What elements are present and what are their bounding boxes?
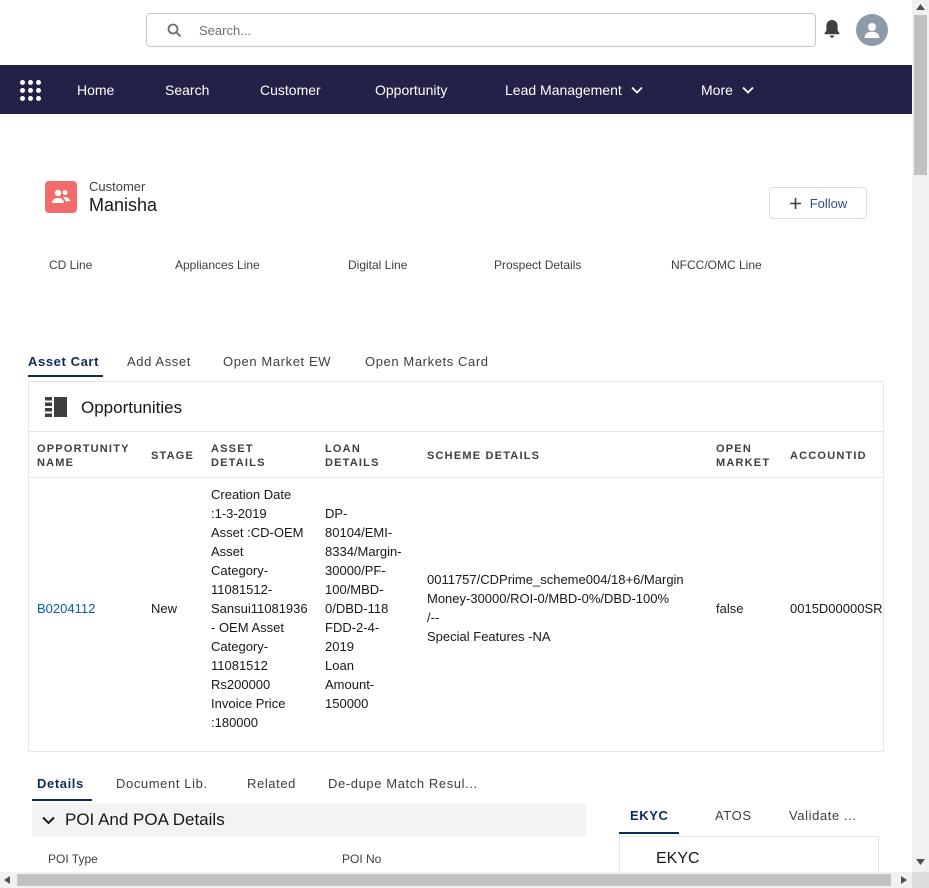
navigation-bar: Home Search Customer Opportunity Lead Ma… — [0, 65, 912, 114]
scroll-down-arrow-icon[interactable] — [915, 858, 926, 866]
app-launcher-icon[interactable] — [20, 80, 41, 101]
global-header — [0, 0, 912, 65]
search-icon — [167, 23, 181, 37]
line-link-prospect-details[interactable]: Prospect Details — [494, 258, 581, 272]
line-link-nfcc-omc[interactable]: NFCC/OMC Line — [671, 258, 762, 272]
tab-related[interactable]: Related — [247, 776, 296, 791]
column-header-scheme-details[interactable]: SCHEME DETAILS — [427, 449, 540, 463]
card-header: Opportunities — [29, 382, 883, 432]
open-market-cell: false — [716, 601, 744, 616]
ekyc-panel-title: EKYC — [656, 850, 700, 867]
opportunity-list-icon — [45, 397, 67, 417]
scrollbar-corner — [912, 872, 929, 888]
nav-label: Opportunity — [375, 81, 448, 98]
column-header-opportunity-name[interactable]: OPPORTUNITY NAME — [37, 442, 130, 470]
app-window: { "header": { "search_placeholder": "Sea… — [0, 0, 929, 888]
scheme-details-cell: 0011757/CDPrime_scheme004/18+6/Margin Mo… — [427, 572, 684, 644]
poi-no-label: POI No — [342, 852, 382, 866]
line-link-digital[interactable]: Digital Line — [348, 258, 407, 272]
line-link-cd[interactable]: CD Line — [49, 258, 92, 272]
opportunity-name-link[interactable]: B0204112 — [37, 599, 95, 618]
nav-label: Customer — [260, 81, 321, 98]
nav-item-customer[interactable]: Customer — [260, 65, 321, 114]
horizontal-scrollbar-thumb[interactable] — [17, 874, 891, 886]
line-link-appliances[interactable]: Appliances Line — [175, 258, 260, 272]
record-type-label: Customer — [89, 179, 146, 194]
tab-atos[interactable]: ATOS — [715, 808, 752, 823]
accountid-cell: 0015D00000SRSZH — [790, 601, 883, 616]
follow-button[interactable]: Follow — [769, 187, 867, 219]
plus-icon — [789, 197, 801, 209]
opportunities-card: Opportunities OPPORTUNITY NAME STAGE ASS… — [28, 381, 884, 752]
tab-add-asset[interactable]: Add Asset — [127, 354, 191, 369]
nav-item-more[interactable]: More — [701, 65, 754, 114]
chevron-down-icon — [42, 816, 55, 824]
record-title: Manisha — [89, 195, 158, 215]
column-header-loan-details[interactable]: LOAN DETAILS — [325, 442, 380, 470]
column-header-stage[interactable]: STAGE — [151, 449, 194, 463]
nav-item-opportunity[interactable]: Opportunity — [375, 65, 447, 114]
nav-item-home[interactable]: Home — [77, 65, 114, 114]
stage-cell: New — [151, 601, 178, 616]
section-title: POI And POA Details — [65, 810, 225, 829]
nav-label: Search — [165, 81, 210, 98]
tab-validate[interactable]: Validate ... — [789, 808, 857, 823]
follow-label: Follow — [809, 195, 848, 211]
avatar-icon[interactable] — [856, 14, 888, 46]
active-tab-indicator — [619, 832, 679, 834]
tab-open-markets-card[interactable]: Open Markets Card — [365, 354, 489, 369]
vertical-scrollbar-thumb[interactable] — [914, 15, 927, 175]
customer-record-icon — [45, 181, 77, 213]
column-header-accountid[interactable]: ACCOUNTID — [790, 449, 867, 463]
scroll-left-arrow-icon[interactable] — [3, 875, 11, 885]
global-search-box[interactable] — [146, 13, 816, 47]
chevron-down-icon — [631, 86, 643, 94]
nav-item-search[interactable]: Search — [165, 65, 209, 114]
nav-item-lead-management[interactable]: Lead Management — [505, 65, 643, 114]
bell-icon[interactable] — [821, 18, 843, 40]
scroll-right-arrow-icon[interactable] — [900, 875, 908, 885]
scroll-up-arrow-icon[interactable] — [915, 3, 926, 11]
tab-ekyc[interactable]: EKYC — [630, 808, 669, 823]
active-tab-indicator — [32, 799, 92, 801]
card-title: Opportunities — [81, 398, 183, 417]
column-header-asset-details[interactable]: ASSET DETAILS — [211, 442, 266, 470]
tab-de-dupe-match-results[interactable]: De-dupe Match Resul... — [328, 776, 478, 791]
chevron-down-icon — [742, 86, 754, 94]
header-divider — [29, 477, 883, 478]
nav-label: Lead Management — [505, 81, 622, 98]
asset-details-cell: Creation Date :1-3-2019 Asset :CD-OEM As… — [211, 487, 308, 730]
poi-poa-section-header[interactable]: POI And POA Details — [32, 803, 586, 837]
tab-asset-cart[interactable]: Asset Cart — [28, 354, 99, 369]
tab-document-lib[interactable]: Document Lib. — [116, 776, 208, 791]
column-header-open-market[interactable]: OPEN MARKET — [716, 442, 770, 470]
tab-details[interactable]: Details — [37, 776, 84, 791]
poi-type-label: POI Type — [48, 852, 98, 866]
nav-label: Home — [77, 81, 115, 98]
search-input[interactable] — [199, 22, 759, 38]
active-tab-indicator — [28, 375, 103, 377]
loan-details-cell: DP- 80104/EMI- 8334/Margin- 30000/PF- 10… — [325, 506, 402, 711]
nav-label: More — [701, 81, 733, 98]
tab-open-market-ew[interactable]: Open Market EW — [223, 354, 331, 369]
